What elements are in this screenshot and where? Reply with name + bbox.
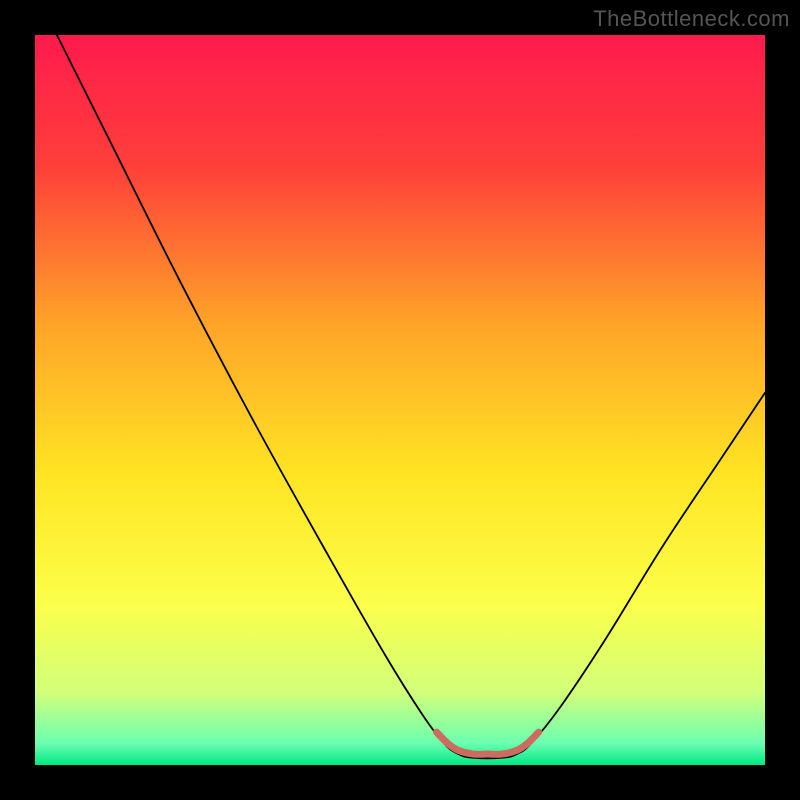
chart-svg [35, 35, 765, 765]
plot-frame [35, 35, 765, 765]
watermark-text: TheBottleneck.com [593, 6, 790, 32]
chart-background [35, 35, 765, 765]
